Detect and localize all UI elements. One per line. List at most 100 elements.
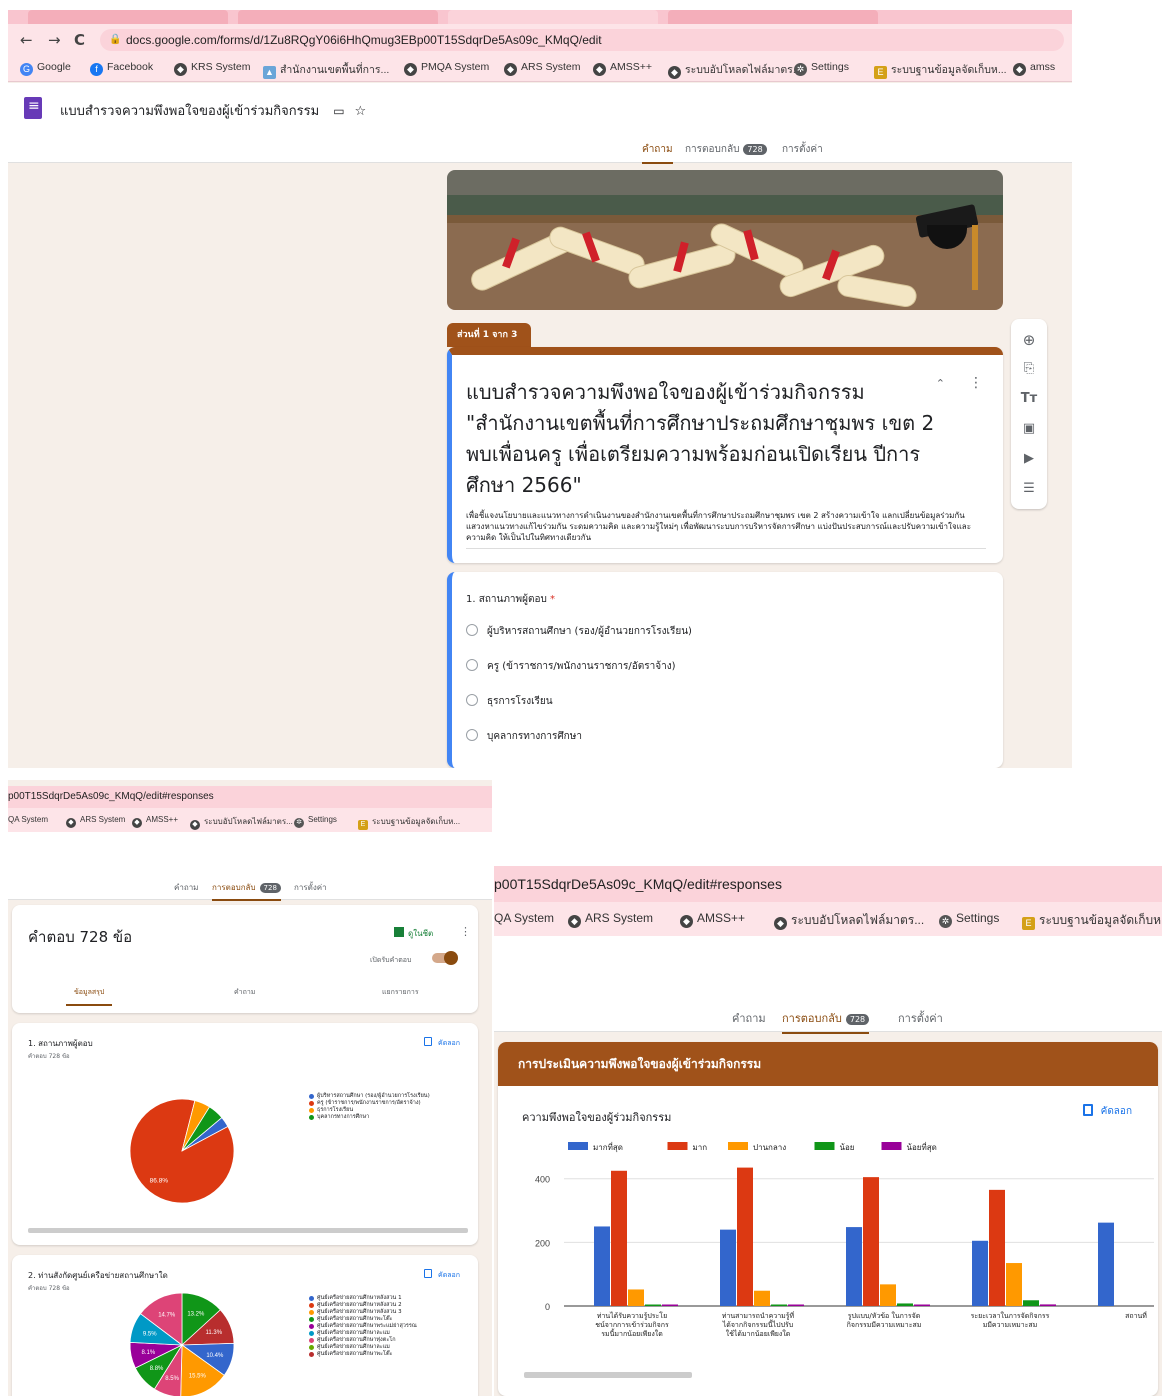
browser-tab[interactable] bbox=[28, 10, 228, 24]
legend-label: มาก bbox=[693, 1143, 708, 1152]
browser-tab-active[interactable] bbox=[448, 10, 658, 24]
collapse-icon[interactable]: ⌃ bbox=[936, 377, 945, 390]
globe-icon: ◆ bbox=[174, 63, 187, 76]
bookmark-database[interactable]: E ระบบฐานข้อมูลจัดเก็บห bbox=[1022, 911, 1161, 930]
bookmark-upload[interactable]: ◆ ระบบอัปโหลดไฟล์มาตร... bbox=[774, 911, 924, 930]
bookmark-amss[interactable]: ◆ AMSS++ bbox=[132, 815, 178, 828]
add-title-icon[interactable]: Tт bbox=[1011, 391, 1047, 406]
form-title[interactable]: แบบสำรวจความพึงพอใจของผู้เข้าร่วมกิจกรรม… bbox=[466, 377, 936, 501]
back-icon[interactable]: ← bbox=[20, 31, 33, 49]
import-questions-icon[interactable]: ⎘ bbox=[1011, 361, 1047, 376]
bookmark-amss[interactable]: ◆ AMSS++ bbox=[680, 911, 745, 928]
url-text: docs.google.com/forms/d/1Zu8RQgY06i6HhQm… bbox=[126, 33, 602, 47]
bookmark-ars[interactable]: ◆ ARS System bbox=[504, 61, 581, 76]
radio-option[interactable]: ธุรการโรงเรียน bbox=[466, 694, 553, 709]
bookmarks-bar: QA System ◆ ARS System ◆ AMSS++ ◆ ระบบอัปโห… bbox=[8, 808, 492, 832]
x-tick-label: รูปแบบ/หัวข้อ ในการจัด bbox=[848, 1311, 921, 1320]
copy-chart-button[interactable]: คัดลอก bbox=[1082, 1104, 1132, 1119]
bookmark-settings[interactable]: ✲ Settings bbox=[939, 911, 999, 928]
bookmark-amss2[interactable]: ◆ amss bbox=[1013, 61, 1055, 76]
legend-item: ผู้บริหารสถานศึกษา (รอง/ผู้อำนวยการโรงเร… bbox=[309, 1093, 469, 1100]
add-video-icon[interactable]: ▶ bbox=[1011, 451, 1047, 466]
folder-icon[interactable]: ▭ bbox=[333, 104, 344, 118]
bookmark-pmqa[interactable]: ◆ PMQA System bbox=[404, 61, 489, 76]
bookmark-database[interactable]: E ระบบฐานข้อมูลจัดเก็บห... bbox=[358, 815, 460, 830]
bookmark-google[interactable]: G Google bbox=[20, 61, 71, 76]
responses-heading: คำตอบ 728 ข้อ bbox=[28, 928, 133, 946]
radio-icon[interactable] bbox=[466, 729, 478, 741]
url-input[interactable]: p00T15SdqrDe5As09c_KMqQ/edit#responses bbox=[494, 866, 1162, 902]
copy-chart-button[interactable]: คัดลอก bbox=[424, 1037, 460, 1049]
google-icon: G bbox=[20, 63, 33, 76]
more-vert-icon[interactable]: ⋮ bbox=[969, 375, 983, 391]
gear-icon: ✲ bbox=[794, 63, 807, 76]
bookmarks-bar: G Google f Facebook ◆ KRS System ▲ สำนักงานเ… bbox=[8, 56, 1072, 82]
form-title-card[interactable]: แบบสำรวจความพึงพอใจของผู้เข้าร่วมกิจกรรม… bbox=[447, 347, 1003, 563]
radio-icon[interactable] bbox=[466, 694, 478, 706]
subtab-summary[interactable]: ข้อมูลสรุป bbox=[66, 987, 113, 1006]
subtab-individual[interactable]: แยกรายการ bbox=[382, 987, 419, 998]
forms-icon[interactable] bbox=[24, 97, 42, 119]
url-input[interactable]: p00T15SdqrDe5As09c_KMqQ/edit#responses bbox=[8, 786, 492, 808]
bookmark-upload[interactable]: ◆ ระบบอัปโหลดไฟล์มาตร... bbox=[668, 61, 802, 79]
legend-swatch bbox=[728, 1142, 748, 1150]
browser-tab[interactable] bbox=[668, 10, 878, 24]
add-section-icon[interactable]: ☰ bbox=[1011, 481, 1047, 496]
star-icon[interactable]: ☆ bbox=[355, 104, 367, 119]
bookmark-ars[interactable]: ◆ ARS System bbox=[66, 815, 125, 828]
horizontal-scrollbar[interactable] bbox=[28, 1228, 468, 1233]
bookmark-upload[interactable]: ◆ ระบบอัปโหลดไฟล์มาตร... bbox=[190, 815, 293, 830]
legend-item: ศูนย์เครือข่ายสถานศึกษาพระแม่ย่าสุวรรณ bbox=[309, 1323, 474, 1330]
globe-icon: ◆ bbox=[404, 63, 417, 76]
tab-settings[interactable]: การตั้งค่า bbox=[294, 881, 327, 894]
horizontal-scrollbar[interactable] bbox=[524, 1372, 692, 1378]
url-input[interactable]: 🔒 docs.google.com/forms/d/1Zu8RQgY06i6Hh… bbox=[100, 29, 1064, 51]
tab-questions[interactable]: คำถาม bbox=[732, 1009, 766, 1027]
radio-option[interactable]: บุคลากรทางการศึกษา bbox=[466, 729, 582, 744]
view-in-sheets-button[interactable]: ดูในชีต bbox=[394, 927, 433, 940]
form-name[interactable]: แบบสำรวจความพึงพอใจของผู้เข้าร่วมกิจกรรม… bbox=[60, 100, 366, 121]
radio-option[interactable]: ครู (ข้าราชการ/พนักงานราชการ/อัตราจ้าง) bbox=[466, 659, 676, 674]
bookmark-krs[interactable]: ◆ KRS System bbox=[174, 61, 251, 76]
legend-swatch bbox=[568, 1142, 588, 1150]
bookmark-pmqa[interactable]: QA System bbox=[8, 815, 48, 824]
form-description[interactable]: เพื่อชี้แจงนโยบายและแนวทางการดำเนินงานขอ… bbox=[466, 510, 986, 543]
legend-swatch bbox=[881, 1142, 902, 1150]
bookmark-pmqa[interactable]: QA System bbox=[494, 911, 554, 925]
tab-responses[interactable]: การตอบกลับ 728 bbox=[212, 881, 281, 901]
question-card[interactable]: 1. สถานภาพผู้ตอบ * ผู้บริหารสถานศึกษา (ร… bbox=[447, 572, 1003, 768]
reload-icon[interactable]: C bbox=[74, 31, 85, 49]
globe-icon: ◆ bbox=[568, 915, 581, 928]
add-question-icon[interactable]: ⊕ bbox=[1011, 331, 1047, 349]
radio-icon[interactable] bbox=[466, 624, 478, 636]
more-vert-icon[interactable]: ⋮ bbox=[460, 925, 471, 938]
radio-icon[interactable] bbox=[466, 659, 478, 671]
browser-tab[interactable] bbox=[238, 10, 438, 24]
copy-chart-button[interactable]: คัดลอก bbox=[424, 1269, 460, 1281]
bookmark-settings[interactable]: ✲ Settings bbox=[294, 815, 337, 828]
forward-icon[interactable]: → bbox=[48, 31, 61, 49]
add-image-icon[interactable]: ▣ bbox=[1011, 421, 1047, 436]
bookmark-settings[interactable]: ✲ Settings bbox=[794, 61, 849, 76]
bookmark-amss[interactable]: ◆ AMSS++ bbox=[593, 61, 652, 76]
bookmark-database[interactable]: E ระบบฐานข้อมูลจัดเก็บห... bbox=[874, 61, 1007, 79]
bookmark-ars[interactable]: ◆ ARS System bbox=[568, 911, 653, 928]
question-title: 1. สถานภาพผู้ตอบ * bbox=[466, 594, 556, 605]
bar bbox=[788, 1304, 804, 1306]
forms-header bbox=[8, 832, 492, 876]
tab-settings[interactable]: การตั้งค่า bbox=[898, 1009, 943, 1027]
form-tabs: คำถาม การตอบกลับ 728 การตั้งค่า bbox=[8, 876, 492, 901]
gear-icon: ✲ bbox=[294, 818, 304, 828]
tab-questions[interactable]: คำถาม bbox=[174, 881, 198, 894]
tab-responses[interactable]: การตอบกลับ 728 bbox=[685, 142, 767, 157]
tab-responses[interactable]: การตอบกลับ 728 bbox=[782, 1009, 870, 1034]
tab-settings[interactable]: การตั้งค่า bbox=[782, 142, 823, 157]
bookmark-facebook[interactable]: f Facebook bbox=[90, 61, 153, 76]
lock-icon: 🔒 bbox=[109, 34, 122, 45]
accepting-responses-toggle[interactable] bbox=[432, 951, 458, 965]
subtab-question[interactable]: คำถาม bbox=[234, 987, 255, 998]
tab-questions[interactable]: คำถาม bbox=[642, 142, 673, 164]
bookmark-office[interactable]: ▲ สำนักงานเขตพื้นที่การ... bbox=[263, 61, 389, 79]
slice-label: 14.7% bbox=[158, 1312, 176, 1318]
radio-option[interactable]: ผู้บริหารสถานศึกษา (รอง/ผู้อำนวยการโรงเร… bbox=[466, 624, 692, 639]
